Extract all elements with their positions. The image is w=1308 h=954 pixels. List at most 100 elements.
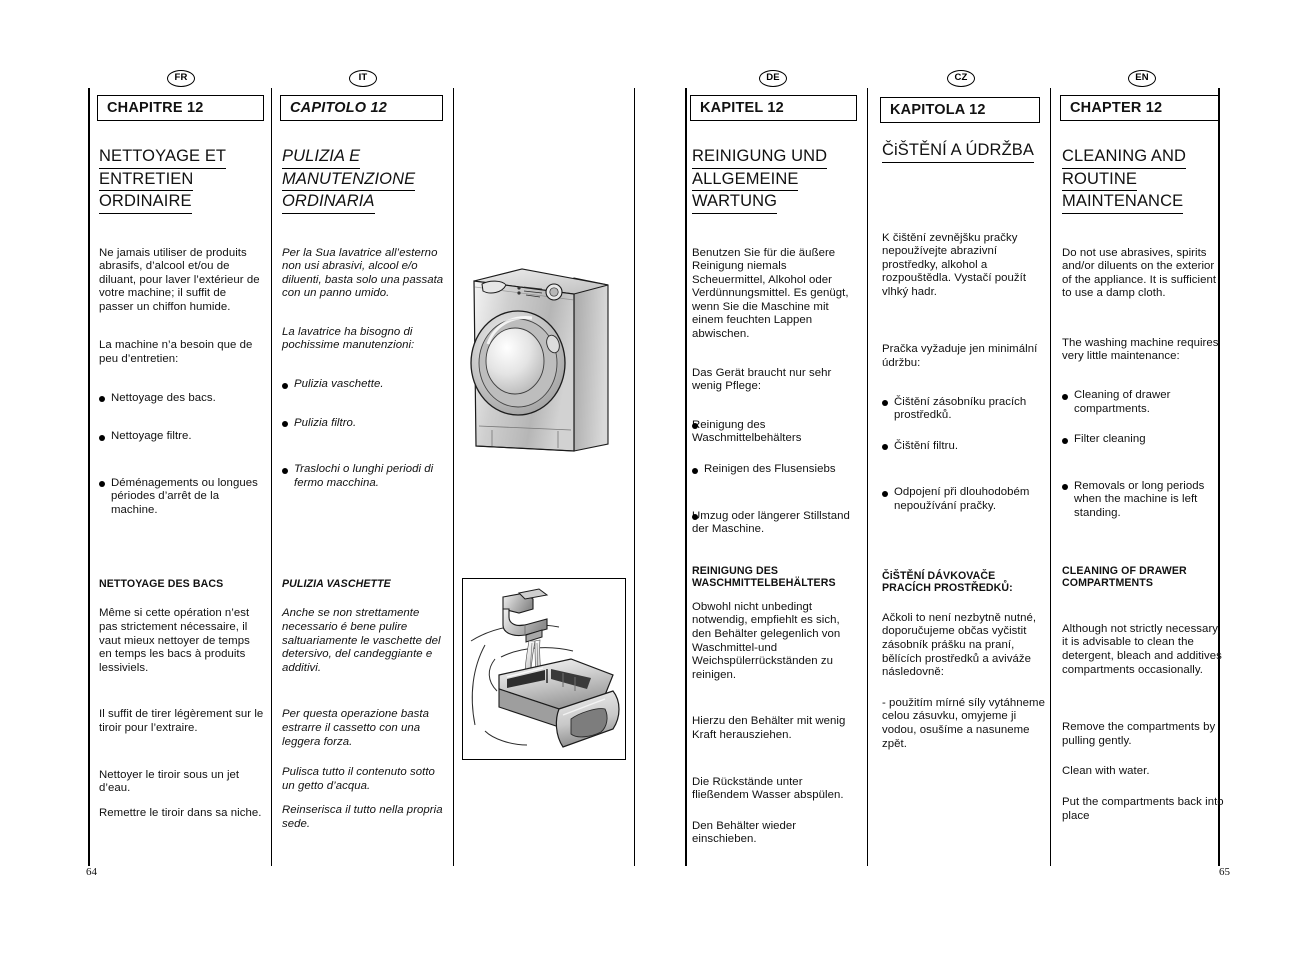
column-fr-lower: NETTOYAGE DES BACS Même si cette opérati… (99, 578, 264, 820)
chapter-box-it: CAPITOLO 12 (280, 95, 443, 121)
section-title-de-line2: ALLGEMEINE (692, 169, 799, 191)
bullet-item: Čištění filtru. (882, 440, 1049, 454)
illustration-washing-machine (462, 258, 628, 454)
language-badge-en: EN (1128, 70, 1156, 87)
paragraph: The washing machine requires very little… (1062, 336, 1219, 363)
body-fr: Ne jamais utiliser de produits abrasifs,… (99, 214, 262, 518)
paragraph: Put the compartments back into place (1062, 795, 1224, 822)
language-badge-fr: FR (167, 70, 195, 87)
detergent-drawer-rinsing-icon (470, 588, 620, 748)
chapter-label-fr: CHAPITRE 12 (107, 100, 204, 116)
language-badge-de-label: DE (766, 72, 780, 83)
section-title-de-line1: REINIGUNG UND (692, 146, 828, 169)
body-it-lower: Anche se non strettamente necessario é b… (282, 590, 449, 831)
paragraph: Pulisca tutto il contenuto sotto un gett… (282, 766, 435, 792)
paragraph: Den Behälter wieder einschieben. (692, 819, 797, 846)
paragraph: Même si cette opération n’est pas strict… (99, 607, 250, 674)
paragraph: K čištění zevnějšku pračky nepoužívejte … (882, 231, 1027, 298)
column-divider-it-illo (453, 88, 454, 866)
subheading-cz: ČiŠTĚNÍ DÁVKOVAČE PRACÍCH PROSTŘEDKŮ: (882, 570, 1013, 595)
page-number-left: 64 (86, 866, 97, 878)
washing-machine-icon (470, 268, 609, 452)
paragraph: Obwohl nicht unbedingt notwendig, empfie… (692, 600, 841, 681)
column-fr: NETTOYAGE ET ENTRETIEN ORDINAIRE Ne jama… (99, 146, 262, 518)
chapter-label-de: KAPITEL 12 (700, 100, 784, 116)
column-it-lower: PULIZIA VASCHETTE Anche se non strettame… (282, 578, 449, 832)
chapter-box-cz: KAPITOLA 12 (880, 97, 1040, 123)
language-badge-de: DE (759, 70, 787, 87)
paragraph: - použitím mírné síly vytáhneme celou zá… (882, 696, 1045, 750)
paragraph: Die Rückstände unter fließendem Wasser a… (692, 775, 844, 802)
section-title-it: PULIZIA E MANUTENZIONE ORDINARIA (282, 146, 447, 214)
section-title-it-line3: ORDINARIA (282, 191, 375, 214)
section-title-fr-line2: ENTRETIEN (99, 169, 194, 191)
body-en-lower: Although not strictly necessary, it is a… (1062, 590, 1229, 823)
illustration-drawer-rinsing (462, 578, 626, 760)
bullet-item: Reinigung des Waschmittelbehälters (692, 419, 857, 446)
page-number-right: 65 (1219, 866, 1230, 878)
section-title-fr-line1: NETTOYAGE ET (99, 146, 227, 169)
bullet-item: Cleaning of drawer compartments. (1062, 389, 1227, 416)
paragraph: Clean with water. (1062, 765, 1150, 778)
paragraph: Hierzu den Behälter mit wenig Kraft hera… (692, 715, 846, 741)
paragraph: Nettoyer le tiroir sous un jet d’eau. (99, 768, 240, 795)
column-en-lower: CLEANING OF DRAWER COMPARTMENTS Although… (1062, 565, 1229, 823)
manual-page-spread: FR IT DE CZ EN CHAPITRE 12 CAPITOLO 12 K… (0, 0, 1308, 954)
chapter-box-fr: CHAPITRE 12 (97, 95, 264, 121)
section-title-en: CLEANING AND ROUTINE MAINTENANCE (1062, 146, 1227, 214)
column-cz: ČiŠTĚNÍ A ÚDRŽBA K čištění zevnějšku pra… (882, 140, 1049, 514)
subheading-en: CLEANING OF DRAWER COMPARTMENTS (1062, 565, 1187, 590)
paragraph: Benutzen Sie für die äußere Reinigung ni… (692, 246, 849, 341)
body-it: Per la Sua lavatrice all’esterno non usi… (282, 214, 447, 491)
column-cz-lower: ČiŠTĚNÍ DÁVKOVAČE PRACÍCH PROSTŘEDKŮ: Ač… (882, 570, 1049, 751)
bullet-item: Umzug oder längerer Stillstand der Masch… (692, 510, 857, 537)
chapter-label-cz: KAPITOLA 12 (890, 102, 986, 118)
paragraph: Pračka vyžaduje jen minimální údržbu: (882, 343, 1038, 370)
section-title-cz: ČiŠTĚNÍ A ÚDRŽBA (882, 140, 1049, 163)
bullet-item: Nettoyage des bacs. (99, 392, 262, 406)
section-title-de-line3: WARTUNG (692, 191, 778, 214)
section-title-cz-line1: ČiŠTĚNÍ A ÚDRŽBA (882, 140, 1034, 163)
paragraph: Remove the compartments by pulling gentl… (1062, 721, 1216, 747)
paragraph: Per questa operazione basta estrarre il … (282, 708, 429, 748)
language-badge-it-label: IT (358, 72, 368, 83)
paragraph: Il suffit de tirer légèrement sur le tir… (99, 708, 264, 734)
bullet-item: Odpojení při dlouhodobém nepoužívání pra… (882, 486, 1049, 513)
bullet-item: Traslochi o lunghi periodi di fermo macc… (282, 463, 447, 490)
language-badge-en-label: EN (1135, 72, 1149, 83)
subheading-it: PULIZIA VASCHETTE (282, 578, 391, 590)
column-divider-fr-it (271, 88, 272, 866)
body-fr-lower: Même si cette opération n’est pas strict… (99, 590, 264, 820)
section-title-fr-line3: ORDINAIRE (99, 191, 192, 214)
bullet-item: Čištění zásobníku pracích prostředků. (882, 396, 1049, 423)
bullet-item: Nettoyage filtre. (99, 430, 262, 444)
section-title-en-line2: ROUTINE (1062, 169, 1137, 191)
section-title-en-line3: MAINTENANCE (1062, 191, 1184, 214)
subheading-fr: NETTOYAGE DES BACS (99, 578, 224, 590)
section-title-en-line1: CLEANING AND (1062, 146, 1187, 169)
body-de-lower: Obwohl nicht unbedingt notwendig, empfie… (692, 590, 859, 847)
paragraph: Reinserisca il tutto nella propria sede. (282, 804, 443, 830)
chapter-box-de: KAPITEL 12 (690, 95, 857, 121)
paragraph: Anche se non strettamente necessario é b… (282, 607, 441, 674)
column-divider-de-cz (867, 88, 868, 866)
paragraph: Remettre le tiroir dans sa niche. (99, 806, 262, 819)
language-badge-fr-label: FR (174, 72, 188, 83)
column-de-lower: REINIGUNG DES WASCHMITTELBEHÄLTERS Obwoh… (692, 565, 859, 847)
column-it: PULIZIA E MANUTENZIONE ORDINARIA Per la … (282, 146, 447, 490)
column-de: REINIGUNG UND ALLGEMEINE WARTUNG Benutze… (692, 146, 857, 537)
body-de: Benutzen Sie für die äußere Reinigung ni… (692, 214, 857, 537)
chapter-box-en: CHAPTER 12 (1060, 95, 1219, 121)
bullet-item: Removals or long periods when the machin… (1062, 480, 1227, 521)
language-badge-cz: CZ (947, 70, 975, 87)
column-divider-illo-right (634, 88, 635, 866)
bullet-item: Déménagements ou longues périodes d’arrê… (99, 477, 262, 518)
column-divider-cz-en (1050, 88, 1051, 866)
language-badge-it: IT (349, 70, 377, 87)
bullet-item: Pulizia vaschette. (282, 378, 447, 392)
paragraph: Do not use abrasives, spirits and/or dil… (1062, 246, 1217, 300)
bullet-item: Reinigen des Flusensiebs (692, 463, 857, 477)
column-divider-de-left-edge (685, 88, 687, 866)
column-en: CLEANING AND ROUTINE MAINTENANCE Do not … (1062, 146, 1227, 521)
chapter-label-it: CAPITOLO 12 (290, 100, 388, 116)
